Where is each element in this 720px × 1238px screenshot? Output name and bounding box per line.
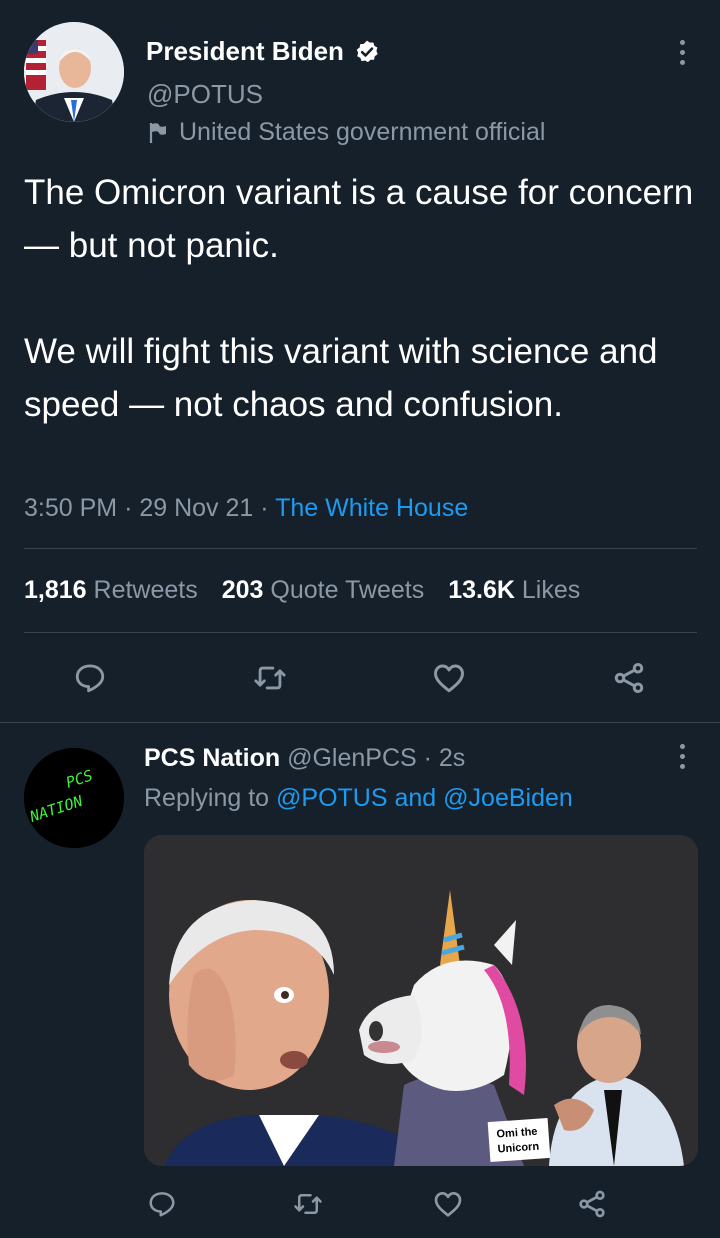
reply-like-button[interactable] xyxy=(426,1182,470,1226)
quotes-count: 203 xyxy=(221,576,264,604)
tweet-text: The Omicron variant is a cause for conce… xyxy=(24,166,704,431)
like-icon xyxy=(434,1192,462,1217)
tweet-meta: 3:50 PM · 29 Nov 21 · The White House xyxy=(24,494,468,523)
quotes-stat[interactable]: 203 Quote Tweets xyxy=(222,576,424,605)
more-icon[interactable] xyxy=(680,744,686,769)
replying-mention[interactable]: @JoeBiden xyxy=(443,784,573,812)
share-icon xyxy=(579,1190,605,1218)
account-label-text: United States government official xyxy=(179,118,546,146)
verified-icon xyxy=(354,39,380,65)
replying-and: and xyxy=(394,784,437,812)
reply-avatar-graphic: PCS NATION xyxy=(24,748,124,848)
reply-icon xyxy=(75,664,105,693)
retweet-icon xyxy=(254,666,286,690)
tweet-paragraph: We will fight this variant with science … xyxy=(24,332,658,424)
author-name[interactable]: President Biden xyxy=(146,36,344,67)
retweets-stat[interactable]: 1,816 Retweets xyxy=(24,576,198,605)
tweet-paragraph: The Omicron variant is a cause for conce… xyxy=(24,173,694,265)
replying-to: Replying to @POTUS and @JoeBiden xyxy=(144,784,573,813)
likes-label: Likes xyxy=(521,576,581,604)
reply-time[interactable]: 2s xyxy=(439,744,465,772)
reply-media[interactable]: Omi the Unicorn xyxy=(144,835,698,1166)
reply-retweet-button[interactable] xyxy=(286,1182,330,1226)
reply-author-name[interactable]: PCS Nation xyxy=(144,744,280,772)
reply-handle[interactable]: @GlenPCS xyxy=(287,744,417,772)
author-avatar[interactable] xyxy=(24,22,124,122)
divider xyxy=(24,548,697,549)
quotes-label: Quote Tweets xyxy=(270,576,425,604)
flag-icon xyxy=(147,121,169,145)
share-button[interactable] xyxy=(607,656,651,700)
retweet-icon xyxy=(294,1194,322,1214)
like-button[interactable] xyxy=(427,656,471,700)
meta-separator: · xyxy=(260,494,276,522)
tweet-date[interactable]: 29 Nov 21 xyxy=(139,494,253,522)
likes-stat[interactable]: 13.6K Likes xyxy=(448,576,580,605)
retweets-count: 1,816 xyxy=(24,576,87,604)
more-icon[interactable] xyxy=(680,40,686,65)
author-handle[interactable]: @POTUS xyxy=(147,79,263,110)
likes-count: 13.6K xyxy=(448,576,515,604)
reply-icon xyxy=(149,1192,175,1217)
reply-share-button[interactable] xyxy=(570,1182,614,1226)
divider xyxy=(24,632,697,633)
retweets-label: Retweets xyxy=(93,576,198,604)
reply-avatar[interactable]: PCS NATION xyxy=(24,748,124,848)
meme-image: Omi the Unicorn xyxy=(144,835,698,1166)
reply-header: PCS Nation @GlenPCS · 2s xyxy=(144,744,465,773)
tweet-source[interactable]: The White House xyxy=(275,494,468,522)
author-name-row[interactable]: President Biden xyxy=(146,36,380,67)
tweet-stats: 1,816 Retweets 203 Quote Tweets 13.6K Li… xyxy=(24,576,580,605)
replying-prefix: Replying to xyxy=(144,784,270,812)
like-icon xyxy=(434,664,464,693)
meta-separator: · xyxy=(423,744,432,772)
account-label: United States government official xyxy=(147,118,545,147)
reply-button[interactable] xyxy=(68,656,112,700)
retweet-button[interactable] xyxy=(248,656,292,700)
share-icon xyxy=(614,663,644,693)
replying-mention[interactable]: @POTUS xyxy=(276,784,388,812)
avatar-photo xyxy=(24,22,124,122)
meta-separator: · xyxy=(124,494,140,522)
tweet-time[interactable]: 3:50 PM xyxy=(24,494,117,522)
reply-reply-button[interactable] xyxy=(140,1182,184,1226)
divider xyxy=(0,722,720,723)
